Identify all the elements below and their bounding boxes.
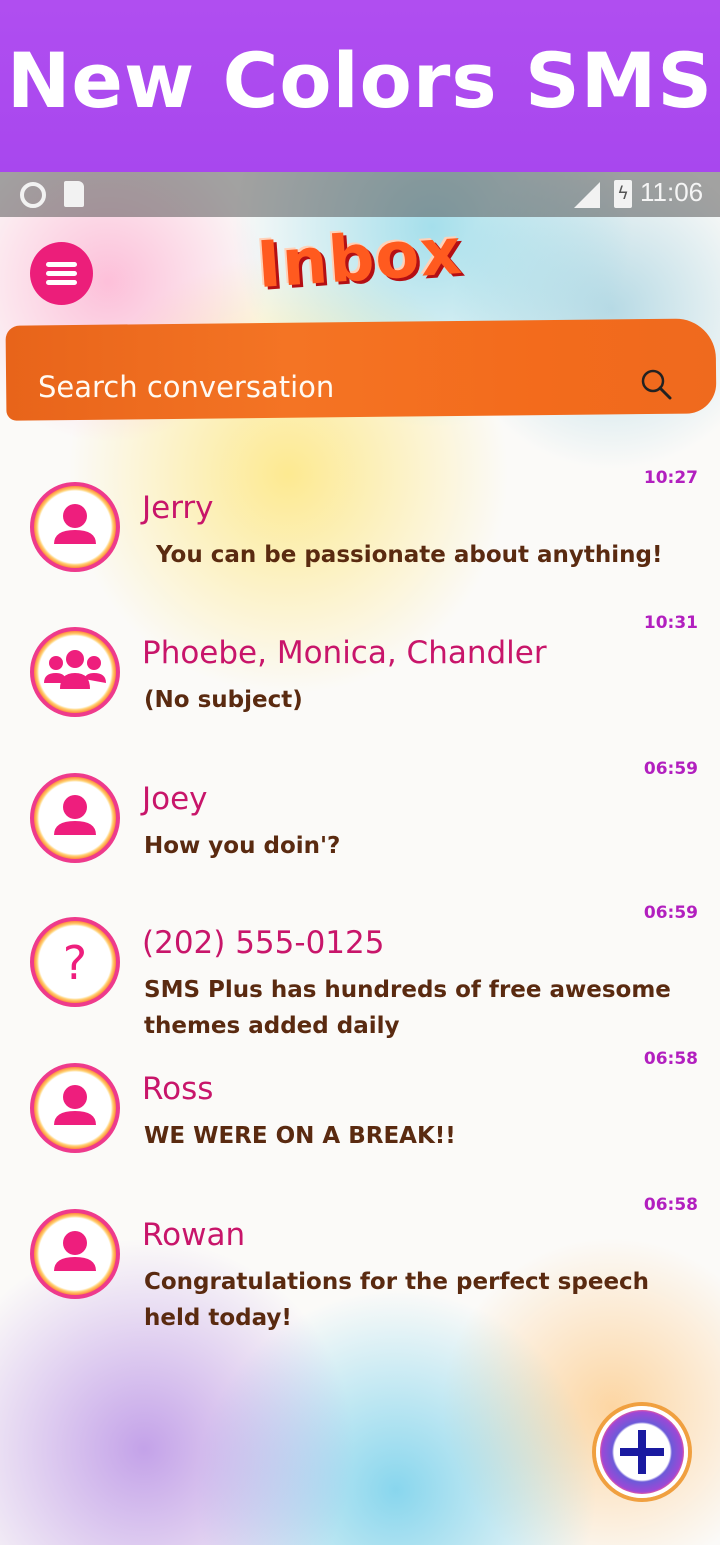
message-time: 06:59	[643, 759, 698, 779]
person-icon	[30, 773, 120, 863]
battery-charging-icon: ϟ	[614, 180, 632, 208]
person-icon	[30, 482, 120, 572]
app-banner: New Colors SMS	[0, 0, 720, 172]
search-input[interactable]	[38, 365, 598, 409]
message-snippet: SMS Plus has hundreds of free awesome th…	[144, 977, 671, 1039]
message-snippet: WE WERE ON A BREAK!!	[144, 1123, 456, 1149]
plus-icon	[620, 1430, 664, 1474]
status-bar: ϟ 11:06	[0, 172, 720, 217]
contact-name: Ross	[142, 1071, 214, 1107]
message-snippet: You can be passionate about anything!	[156, 542, 663, 568]
unknown-contact-icon: ?	[30, 917, 120, 1007]
message-time: 10:27	[643, 468, 698, 488]
conversation-item[interactable]: Joey How you doin'? 06:59	[0, 759, 720, 913]
banner-title: New Colors SMS	[6, 36, 714, 125]
contact-name: Phoebe, Monica, Chandler	[142, 635, 547, 671]
message-snippet: Congratulations for the perfect speech h…	[144, 1269, 650, 1331]
new-message-button[interactable]	[596, 1406, 688, 1498]
message-time: 06:58	[643, 1049, 698, 1069]
search-icon[interactable]	[640, 368, 672, 400]
page-title: Inbox	[254, 214, 465, 304]
message-snippet: (No subject)	[144, 687, 303, 713]
contact-name: Rowan	[142, 1217, 246, 1253]
contact-name: Jerry	[142, 490, 214, 526]
group-icon	[30, 627, 120, 717]
signal-icon	[574, 182, 600, 208]
contact-name: (202) 555-0125	[142, 925, 385, 961]
status-time: 11:06	[640, 177, 704, 207]
phone-screen: ϟ 11:06 Inbox Jerry You can be passionat…	[0, 172, 720, 1545]
conversation-item[interactable]: Jerry You can be passionate about anythi…	[0, 468, 720, 622]
hamburger-menu-icon[interactable]	[30, 242, 93, 305]
conversation-item[interactable]: Ross WE WERE ON A BREAK!! 06:58	[0, 1049, 720, 1203]
message-time: 06:59	[643, 903, 698, 923]
conversation-item[interactable]: Rowan Congratulations for the perfect sp…	[0, 1195, 720, 1349]
conversation-item[interactable]: Phoebe, Monica, Chandler (No subject) 10…	[0, 613, 720, 767]
message-time: 10:31	[643, 613, 698, 633]
person-icon	[30, 1063, 120, 1153]
sd-card-icon	[64, 181, 84, 207]
person-icon	[30, 1209, 120, 1299]
sync-icon	[20, 182, 46, 208]
conversation-item[interactable]: ? (202) 555-0125 SMS Plus has hundreds o…	[0, 903, 720, 1087]
svg-text:?: ?	[63, 936, 87, 990]
message-time: 06:58	[643, 1195, 698, 1215]
message-snippet: How you doin'?	[144, 833, 341, 859]
contact-name: Joey	[142, 781, 208, 817]
